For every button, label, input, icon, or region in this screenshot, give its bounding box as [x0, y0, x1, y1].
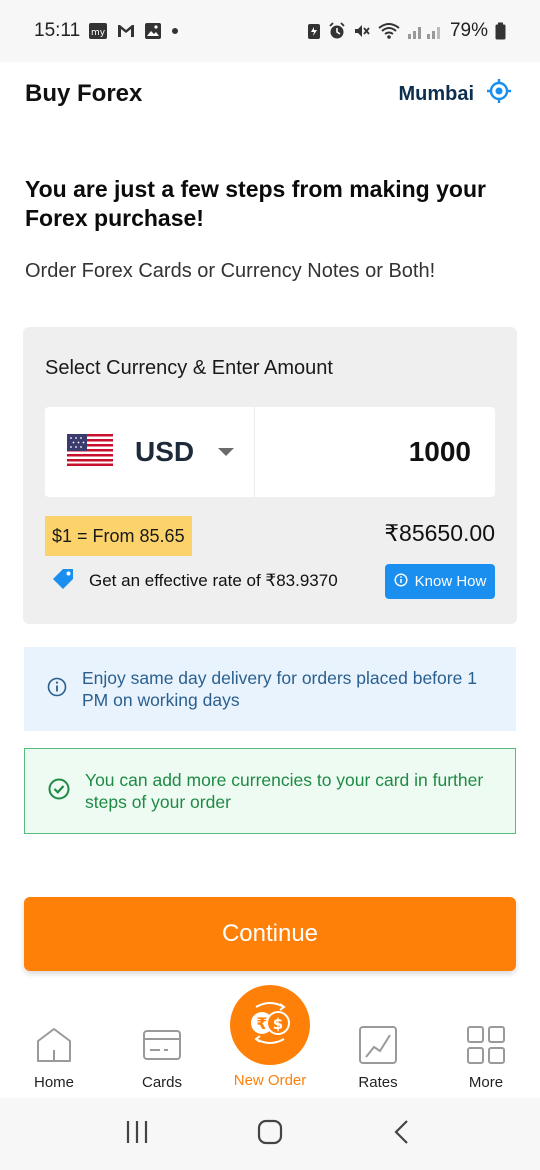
svg-text:₹: ₹ [256, 1014, 267, 1033]
battery-percent: 79% [449, 20, 488, 41]
headline: You are just a few steps from making you… [25, 176, 486, 231]
chevron-down-icon [218, 448, 235, 456]
nav-new-order-label[interactable]: New Order [210, 1072, 330, 1089]
currency-card-label: Select Currency & Enter Amount [45, 357, 333, 379]
nav-cards[interactable]: Cards [112, 1020, 212, 1091]
currency-dropdown[interactable]: USD [45, 407, 255, 497]
dot-icon [170, 26, 180, 36]
nav-cards-label: Cards [141, 1074, 182, 1091]
gmail-icon [116, 23, 136, 39]
info-icon [394, 572, 408, 591]
currency-card: Select Currency & Enter Amount USD 1000 … [23, 327, 517, 624]
card-icon [112, 1020, 212, 1070]
location-selector[interactable]: Mumbai [398, 78, 512, 110]
alarm-icon [328, 22, 346, 40]
bottom-nav: Home Cards ₹ $ New Order Rates More [0, 985, 540, 1098]
know-how-label: Know How [414, 573, 487, 590]
effective-rate-text: Get an effective rate of ₹83.9370 [89, 570, 338, 590]
mute-icon [353, 22, 371, 40]
svg-text:$: $ [273, 1015, 283, 1033]
chart-icon [328, 1020, 428, 1070]
status-bar: 15:11 my 79% [0, 0, 540, 62]
svg-text:my: my [91, 28, 106, 38]
myntra-icon: my [88, 22, 108, 40]
nav-home-label: Home [33, 1074, 74, 1091]
check-circle-icon [47, 777, 71, 806]
add-currencies-notice: You can add more currencies to your card… [24, 748, 516, 834]
nav-more[interactable]: More [436, 1020, 536, 1091]
location-label: Mumbai [398, 82, 474, 105]
delivery-notice-text: Enjoy same day delivery for orders place… [82, 668, 477, 710]
subline: Order Forex Cards or Currency Notes or B… [25, 260, 436, 282]
nav-more-label: More [468, 1074, 504, 1091]
nav-rates[interactable]: Rates [328, 1020, 428, 1091]
currency-input-row: USD 1000 [45, 407, 495, 497]
grid-icon [436, 1020, 536, 1070]
effective-rate-row: Get an effective rate of ₹83.9370 [51, 567, 338, 594]
tag-icon [51, 567, 77, 594]
system-nav-bar [0, 1098, 540, 1170]
battery-saver-icon [307, 22, 321, 40]
rate-badge: $1 = From 85.65 [45, 516, 192, 556]
nav-home[interactable]: Home [4, 1020, 104, 1091]
back-icon[interactable] [390, 1119, 416, 1150]
new-order-button[interactable]: ₹ $ [230, 985, 310, 1065]
info-icon [46, 676, 68, 703]
currency-exchange-icon: ₹ $ [242, 995, 298, 1056]
wifi-icon [378, 22, 400, 40]
continue-button[interactable]: Continue [24, 897, 516, 971]
signal-icon [407, 22, 443, 40]
currency-code: USD [135, 436, 195, 467]
app-header: Buy Forex Mumbai [0, 62, 540, 126]
status-time: 15:11 [34, 20, 81, 41]
home-icon [4, 1020, 104, 1070]
amount-input[interactable]: 1000 [255, 407, 495, 497]
add-currencies-text: You can add more currencies to your card… [85, 770, 484, 812]
battery-icon [495, 22, 506, 40]
us-flag-icon [67, 433, 113, 471]
know-how-button[interactable]: Know How [385, 564, 495, 599]
gallery-icon [144, 22, 162, 40]
recent-apps-icon[interactable] [124, 1119, 150, 1150]
inr-total: ₹85650.00 [384, 520, 495, 546]
nav-rates-label: Rates [358, 1074, 398, 1091]
page-title: Buy Forex [25, 80, 143, 107]
home-button-icon[interactable] [257, 1119, 283, 1150]
location-target-icon [486, 78, 512, 110]
delivery-notice: Enjoy same day delivery for orders place… [24, 647, 516, 731]
